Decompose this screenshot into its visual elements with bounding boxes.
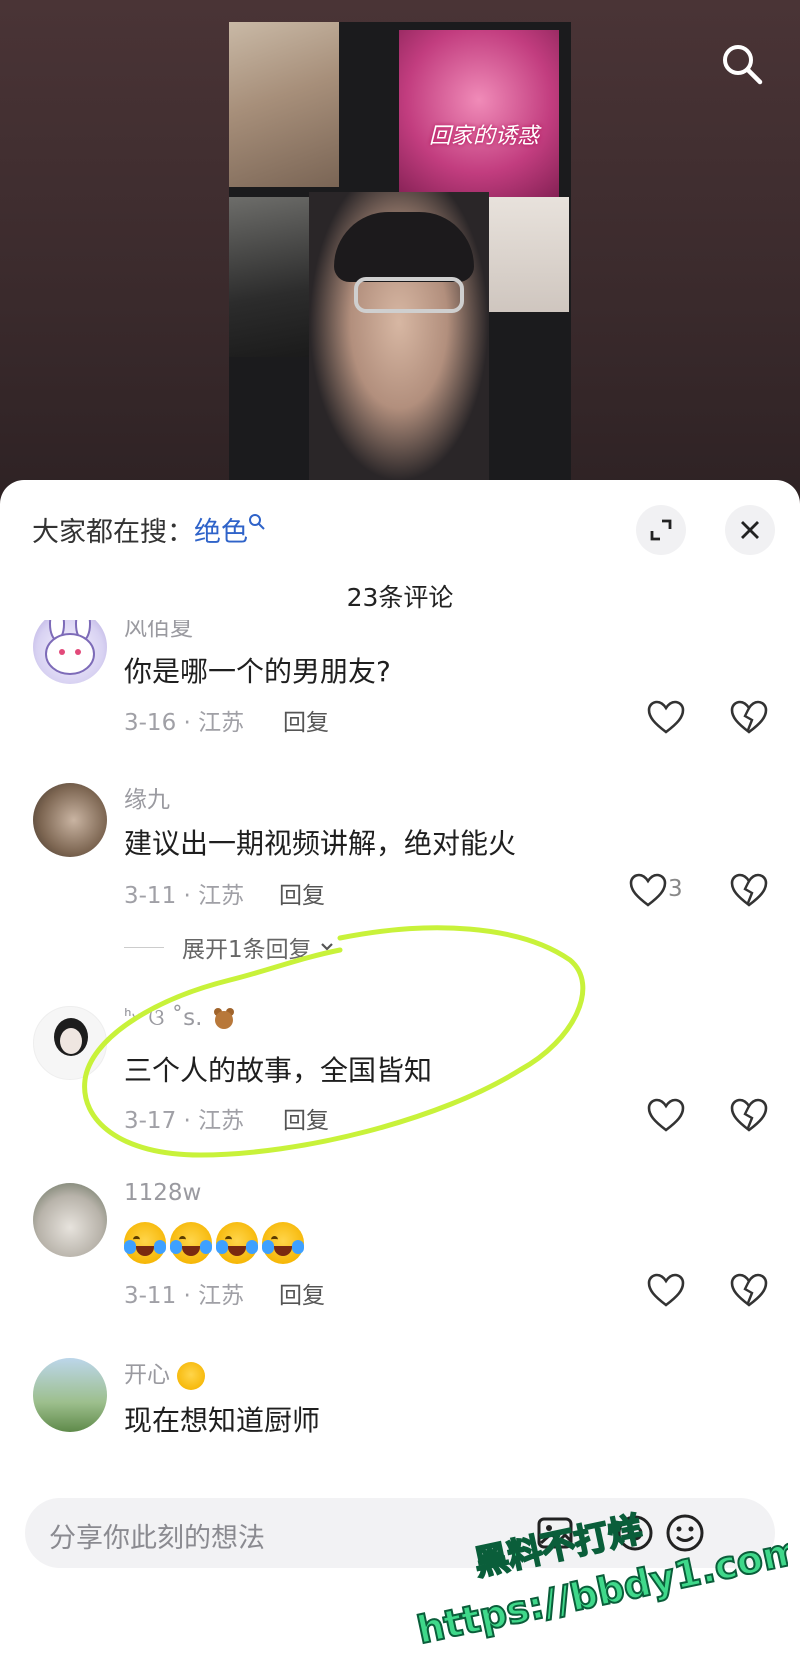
search-button[interactable]	[718, 40, 766, 88]
close-icon	[741, 521, 759, 539]
laughing-crying-emoji-icon	[124, 1222, 166, 1264]
avatar[interactable]	[33, 1183, 107, 1257]
avatar[interactable]	[33, 783, 107, 857]
comment-username[interactable]: 开心	[124, 1355, 206, 1390]
poster-title: 回家的诱惑	[428, 124, 539, 149]
trending-search[interactable]: 大家都在搜：绝色	[32, 510, 266, 549]
comment-sheet: 大家都在搜：绝色 23条评论 风佰夏 你是哪一个的男朋友? 3-16 · 江苏 …	[0, 480, 800, 1658]
video-collage-image: 回家的诱惑	[229, 22, 571, 482]
collage-tile-crying-woman	[229, 22, 339, 187]
comment-list[interactable]: 风佰夏 你是哪一个的男朋友? 3-16 · 江苏 回复 缘九 建议出一期视频讲解…	[0, 620, 800, 1560]
expand-icon	[650, 519, 672, 541]
comment-emoji-row	[124, 1222, 304, 1264]
comment-username[interactable]: ᑋᵕ ଓ ˚s.	[124, 1005, 238, 1032]
reply-button[interactable]: 回复	[279, 876, 325, 910]
collage-tile-selfie	[309, 192, 489, 482]
comment-item: ᑋᵕ ଓ ˚s. 三个人的故事，全国皆知 3-17 · 江苏 回复	[0, 1005, 800, 1155]
reply-button[interactable]: 回复	[283, 1101, 329, 1135]
comment-item: 风佰夏 你是哪一个的男朋友? 3-16 · 江苏 回复	[0, 620, 800, 760]
expand-button[interactable]	[636, 505, 686, 555]
magnifier-icon	[249, 514, 265, 530]
comment-item: 开心 现在想知道厨师	[0, 1355, 800, 1475]
avatar[interactable]	[33, 620, 107, 684]
close-button[interactable]	[725, 505, 775, 555]
selfie-hair	[334, 212, 474, 282]
chevron-down-icon	[320, 943, 333, 951]
comment-item: 缘九 建议出一期视频讲解，绝对能火 3-11 · 江苏 回复 3 展开1条回复	[0, 780, 800, 980]
comment-meta: 3-16 · 江苏	[124, 710, 245, 736]
image-icon[interactable]	[535, 1513, 575, 1553]
expand-replies-button[interactable]: 展开1条回复	[124, 930, 336, 964]
comment-username[interactable]: 风佰夏	[124, 620, 193, 642]
selfie-glasses	[354, 277, 464, 313]
divider	[124, 946, 164, 948]
heart-icon[interactable]	[646, 698, 686, 738]
teddy-bear-icon	[210, 1006, 238, 1032]
comment-item: 1128w 3-11 · 江苏 回复	[0, 1180, 800, 1330]
broken-heart-icon[interactable]	[729, 1271, 769, 1311]
trending-keyword[interactable]: 绝色	[194, 517, 248, 548]
reply-button[interactable]: 回复	[279, 1276, 325, 1310]
expand-replies-label: 展开1条回复	[182, 937, 312, 963]
avatar[interactable]	[33, 1006, 107, 1080]
laughing-crying-emoji-icon	[170, 1222, 212, 1264]
comment-input-bar[interactable]: 分享你此刻的想法	[25, 1498, 775, 1568]
avatar-portrait-icon	[54, 1018, 88, 1056]
comment-meta: 3-11 · 江苏	[124, 883, 245, 909]
comment-meta: 3-11 · 江苏	[124, 1283, 245, 1309]
comment-username[interactable]: 1128w	[124, 1180, 201, 1206]
comment-text: 三个人的故事，全国皆知	[124, 1054, 433, 1087]
emoji-icon[interactable]	[665, 1513, 705, 1553]
broken-heart-icon[interactable]	[729, 871, 769, 911]
username-text: 开心	[124, 1362, 170, 1388]
comment-count: 23条评论	[346, 583, 454, 612]
broken-heart-icon[interactable]	[729, 1096, 769, 1136]
username-text: ᑋᵕ ଓ ˚s.	[124, 1005, 203, 1031]
comment-text: 你是哪一个的男朋友?	[124, 655, 391, 688]
heart-icon[interactable]	[628, 871, 668, 911]
heart-icon[interactable]	[646, 1271, 686, 1311]
avatar[interactable]	[33, 1358, 107, 1432]
at-icon[interactable]	[615, 1513, 655, 1553]
like-count: 3	[668, 876, 683, 902]
laughing-crying-emoji-icon	[216, 1222, 258, 1264]
collage-tile-drama-poster: 回家的诱惑	[399, 30, 559, 205]
trending-label: 大家都在搜：	[32, 517, 194, 548]
party-face-emoji-icon	[177, 1361, 206, 1390]
bunny-avatar-icon	[45, 620, 95, 675]
heart-icon[interactable]	[646, 1096, 686, 1136]
laughing-crying-emoji-icon	[262, 1222, 304, 1264]
comment-meta: 3-17 · 江苏	[124, 1108, 245, 1134]
reply-button[interactable]: 回复	[283, 703, 329, 737]
comment-input[interactable]: 分享你此刻的想法	[49, 1516, 265, 1555]
video-player[interactable]: 回家的诱惑	[0, 0, 800, 500]
comment-text: 现在想知道厨师	[124, 1404, 321, 1437]
comment-text: 建议出一期视频讲解，绝对能火	[124, 827, 517, 860]
search-icon	[723, 45, 763, 85]
comment-username[interactable]: 缘九	[124, 780, 170, 814]
broken-heart-icon[interactable]	[729, 698, 769, 738]
